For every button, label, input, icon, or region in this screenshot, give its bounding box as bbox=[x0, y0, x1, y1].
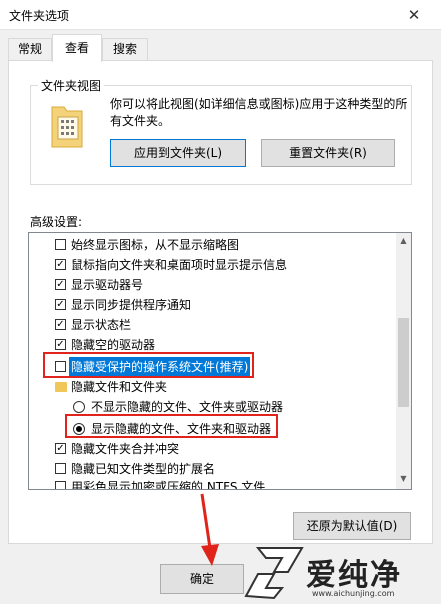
apply-to-folders-button[interactable]: 应用到文件夹(L) bbox=[110, 139, 246, 167]
window-title: 文件夹选项 bbox=[9, 9, 70, 23]
list-item[interactable]: 用彩色显示加密或压缩的 NTFS 文件 bbox=[29, 477, 399, 489]
tab-search[interactable]: 搜索 bbox=[102, 38, 148, 60]
checkbox-checked-icon[interactable]: ✓ bbox=[55, 279, 66, 290]
scrollbar-thumb[interactable] bbox=[398, 318, 409, 407]
list-item[interactable]: ✓ 显示驱动器号 bbox=[29, 275, 399, 295]
folder-icon bbox=[55, 382, 67, 392]
watermark-brand: 爱纯净 bbox=[306, 558, 402, 593]
checkbox-checked-icon[interactable]: ✓ bbox=[55, 319, 66, 330]
list-item[interactable]: ✓ 显示同步提供程序通知 bbox=[29, 295, 399, 315]
checkbox-unchecked-icon[interactable] bbox=[55, 239, 66, 250]
folder-view-icon bbox=[51, 106, 83, 148]
restore-defaults-button[interactable]: 还原为默认值(D) bbox=[293, 512, 411, 540]
scroll-down-icon[interactable]: ▼ bbox=[398, 474, 409, 484]
watermark-logo-icon bbox=[244, 547, 304, 600]
checkbox-unchecked-icon[interactable] bbox=[55, 463, 66, 474]
annotation-box-protected-files bbox=[43, 352, 254, 378]
list-item[interactable]: ✓ 隐藏文件夹合并冲突 bbox=[29, 439, 399, 459]
tab-view[interactable]: 查看 bbox=[52, 34, 102, 62]
radio-unselected-icon[interactable] bbox=[73, 401, 85, 413]
annotation-box-show-hidden bbox=[65, 414, 278, 438]
list-item[interactable]: 始终显示图标，从不显示缩略图 bbox=[29, 235, 399, 255]
checkbox-checked-icon[interactable]: ✓ bbox=[55, 339, 66, 350]
checkbox-checked-icon[interactable]: ✓ bbox=[55, 443, 66, 454]
list-item[interactable]: ✓ 鼠标指向文件夹和桌面项时显示提示信息 bbox=[29, 255, 399, 275]
list-item[interactable]: ✓ 显示状态栏 bbox=[29, 315, 399, 335]
list-item: 隐藏文件和文件夹 bbox=[29, 377, 399, 397]
scroll-up-icon[interactable]: ▲ bbox=[398, 236, 409, 246]
reset-folders-button[interactable]: 重置文件夹(R) bbox=[261, 139, 395, 167]
annotation-arrow-icon bbox=[200, 493, 219, 566]
folder-views-description: 你可以将此视图(如详细信息或图标)应用于这种类型的所有文件夹。 bbox=[110, 97, 408, 128]
watermark-url: www.aichunjing.com bbox=[312, 589, 395, 598]
close-icon[interactable]: ✕ bbox=[403, 5, 425, 25]
checkbox-checked-icon[interactable]: ✓ bbox=[55, 299, 66, 310]
advanced-settings-label: 高级设置: bbox=[30, 215, 83, 229]
tab-general[interactable]: 常规 bbox=[8, 38, 52, 60]
checkbox-unchecked-icon[interactable] bbox=[55, 481, 66, 489]
folder-views-legend: 文件夹视图 bbox=[38, 77, 105, 94]
checkbox-checked-icon[interactable]: ✓ bbox=[55, 259, 66, 270]
list-item[interactable]: 隐藏已知文件类型的扩展名 bbox=[29, 459, 399, 479]
